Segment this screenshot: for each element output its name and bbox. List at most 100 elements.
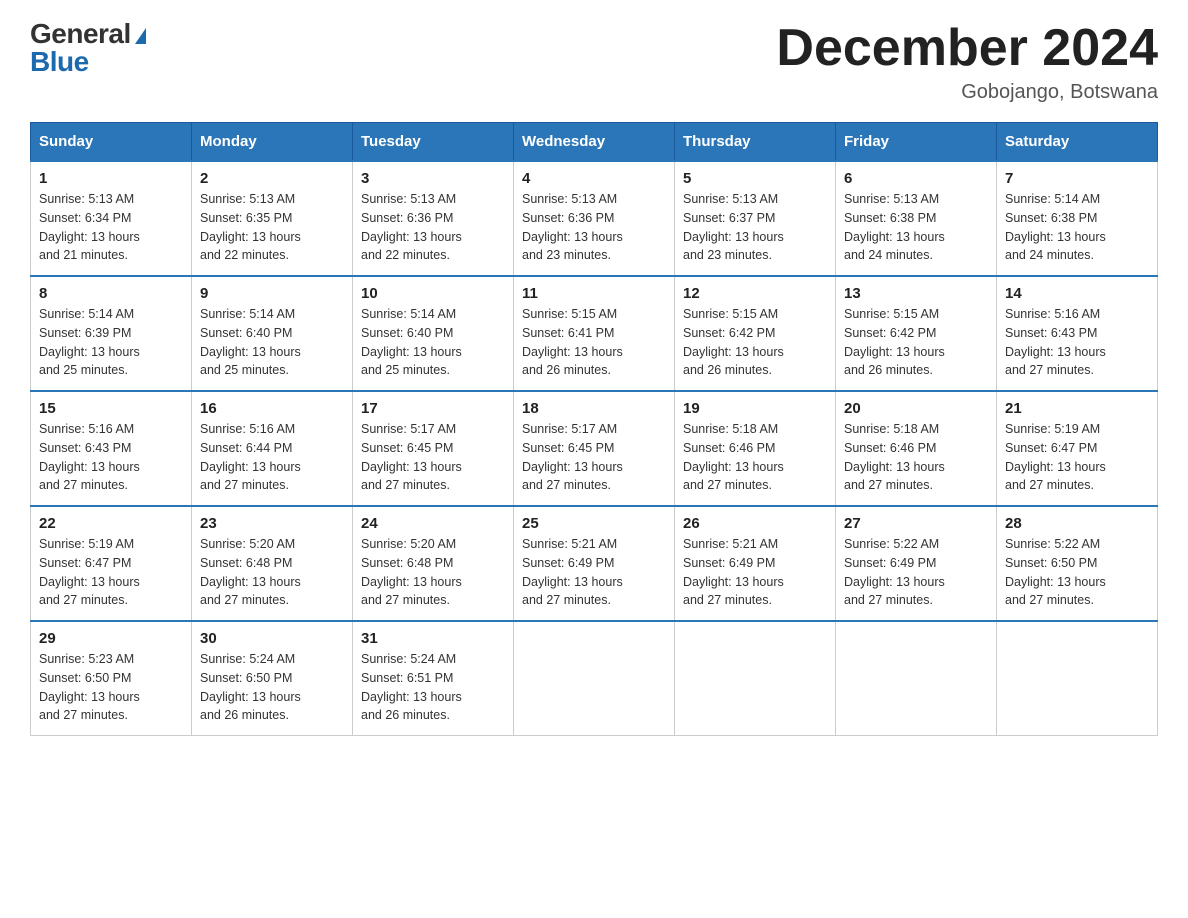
logo: General Blue: [30, 20, 146, 76]
calendar-cell: 24Sunrise: 5:20 AMSunset: 6:48 PMDayligh…: [353, 506, 514, 621]
calendar-cell: 26 Sunrise: 5:21 AMSunset: 6:49 PMDayligh…: [675, 506, 836, 621]
day-number: 7: [1005, 170, 1149, 187]
calendar-cell: 17 Sunrise: 5:17 AMSunset: 6:45 PMDayligh…: [353, 391, 514, 506]
calendar-cell: 6 Sunrise: 5:13 AMSunset: 6:38 PMDaylight…: [836, 161, 997, 276]
day-info: Sunrise: 5:18 AMSunset: 6:46 PMDaylight:…: [683, 420, 827, 495]
day-number: 13: [844, 285, 988, 302]
logo-blue-text: Blue: [30, 48, 89, 76]
calendar-cell: [997, 621, 1158, 736]
calendar-cell: 15 Sunrise: 5:16 AMSunset: 6:43 PMDayligh…: [31, 391, 192, 506]
day-number: 6: [844, 170, 988, 187]
day-info: Sunrise: 5:22 AMSunset: 6:49 PMDaylight:…: [844, 535, 988, 610]
calendar-cell: 14 Sunrise: 5:16 AMSunset: 6:43 PMDayligh…: [997, 276, 1158, 391]
day-number: 29: [39, 630, 183, 647]
calendar-week-row: 22 Sunrise: 5:19 AMSunset: 6:47 PMDayligh…: [31, 506, 1158, 621]
calendar-cell: 3 Sunrise: 5:13 AMSunset: 6:36 PMDaylight…: [353, 161, 514, 276]
day-number: 28: [1005, 515, 1149, 532]
calendar-cell: [675, 621, 836, 736]
day-number: 18: [522, 400, 666, 417]
day-number: 3: [361, 170, 505, 187]
day-number: 12: [683, 285, 827, 302]
calendar-week-row: 1 Sunrise: 5:13 AMSunset: 6:34 PMDaylight…: [31, 161, 1158, 276]
day-number: 19: [683, 400, 827, 417]
calendar-cell: 7 Sunrise: 5:14 AMSunset: 6:38 PMDaylight…: [997, 161, 1158, 276]
day-number: 8: [39, 285, 183, 302]
day-number: 14: [1005, 285, 1149, 302]
day-number: 23: [200, 515, 344, 532]
day-number: 16: [200, 400, 344, 417]
calendar-cell: 20 Sunrise: 5:18 AMSunset: 6:46 PMDayligh…: [836, 391, 997, 506]
day-info: Sunrise: 5:21 AMSunset: 6:49 PMDaylight:…: [522, 535, 666, 610]
day-number: 15: [39, 400, 183, 417]
day-info: Sunrise: 5:13 AMSunset: 6:35 PMDaylight:…: [200, 190, 344, 265]
day-info: Sunrise: 5:14 AMSunset: 6:38 PMDaylight:…: [1005, 190, 1149, 265]
page-header: General Blue December 2024 Gobojango, Bo…: [30, 20, 1158, 104]
day-number: 5: [683, 170, 827, 187]
day-number: 9: [200, 285, 344, 302]
day-info: Sunrise: 5:24 AMSunset: 6:51 PMDaylight:…: [361, 650, 505, 725]
calendar-cell: 21Sunrise: 5:19 AMSunset: 6:47 PMDayligh…: [997, 391, 1158, 506]
calendar-cell: 19 Sunrise: 5:18 AMSunset: 6:46 PMDayligh…: [675, 391, 836, 506]
header-wednesday: Wednesday: [514, 123, 675, 162]
calendar-cell: 28 Sunrise: 5:22 AMSunset: 6:50 PMDayligh…: [997, 506, 1158, 621]
calendar-cell: 11 Sunrise: 5:15 AMSunset: 6:41 PMDayligh…: [514, 276, 675, 391]
day-info: Sunrise: 5:20 AMSunset: 6:48 PMDaylight:…: [200, 535, 344, 610]
day-info: Sunrise: 5:14 AMSunset: 6:40 PMDaylight:…: [361, 305, 505, 380]
day-info: Sunrise: 5:15 AMSunset: 6:42 PMDaylight:…: [683, 305, 827, 380]
day-info: Sunrise: 5:16 AMSunset: 6:44 PMDaylight:…: [200, 420, 344, 495]
header-sunday: Sunday: [31, 123, 192, 162]
day-info: Sunrise: 5:13 AMSunset: 6:36 PMDaylight:…: [361, 190, 505, 265]
calendar-cell: 13 Sunrise: 5:15 AMSunset: 6:42 PMDayligh…: [836, 276, 997, 391]
calendar-cell: 1 Sunrise: 5:13 AMSunset: 6:34 PMDaylight…: [31, 161, 192, 276]
header-saturday: Saturday: [997, 123, 1158, 162]
day-number: 25: [522, 515, 666, 532]
day-info: Sunrise: 5:13 AMSunset: 6:37 PMDaylight:…: [683, 190, 827, 265]
calendar-cell: 2Sunrise: 5:13 AMSunset: 6:35 PMDaylight…: [192, 161, 353, 276]
calendar-cell: 22 Sunrise: 5:19 AMSunset: 6:47 PMDayligh…: [31, 506, 192, 621]
day-info: Sunrise: 5:18 AMSunset: 6:46 PMDaylight:…: [844, 420, 988, 495]
calendar-cell: 18 Sunrise: 5:17 AMSunset: 6:45 PMDayligh…: [514, 391, 675, 506]
day-number: 27: [844, 515, 988, 532]
day-info: Sunrise: 5:15 AMSunset: 6:41 PMDaylight:…: [522, 305, 666, 380]
calendar-cell: 27 Sunrise: 5:22 AMSunset: 6:49 PMDayligh…: [836, 506, 997, 621]
day-number: 26: [683, 515, 827, 532]
day-info: Sunrise: 5:13 AMSunset: 6:38 PMDaylight:…: [844, 190, 988, 265]
calendar-cell: 25 Sunrise: 5:21 AMSunset: 6:49 PMDayligh…: [514, 506, 675, 621]
calendar-table: SundayMondayTuesdayWednesdayThursdayFrid…: [30, 122, 1158, 736]
logo-general-text: General: [30, 20, 131, 48]
day-number: 11: [522, 285, 666, 302]
day-info: Sunrise: 5:23 AMSunset: 6:50 PMDaylight:…: [39, 650, 183, 725]
calendar-cell: 30 Sunrise: 5:24 AMSunset: 6:50 PMDayligh…: [192, 621, 353, 736]
calendar-cell: 8 Sunrise: 5:14 AMSunset: 6:39 PMDaylight…: [31, 276, 192, 391]
day-info: Sunrise: 5:17 AMSunset: 6:45 PMDaylight:…: [361, 420, 505, 495]
day-info: Sunrise: 5:19 AMSunset: 6:47 PMDaylight:…: [39, 535, 183, 610]
calendar-cell: 9Sunrise: 5:14 AMSunset: 6:40 PMDaylight…: [192, 276, 353, 391]
calendar-week-row: 8 Sunrise: 5:14 AMSunset: 6:39 PMDaylight…: [31, 276, 1158, 391]
day-info: Sunrise: 5:14 AMSunset: 6:39 PMDaylight:…: [39, 305, 183, 380]
day-number: 17: [361, 400, 505, 417]
day-number: 22: [39, 515, 183, 532]
day-info: Sunrise: 5:16 AMSunset: 6:43 PMDaylight:…: [1005, 305, 1149, 380]
day-info: Sunrise: 5:13 AMSunset: 6:34 PMDaylight:…: [39, 190, 183, 265]
calendar-header-row: SundayMondayTuesdayWednesdayThursdayFrid…: [31, 123, 1158, 162]
header-friday: Friday: [836, 123, 997, 162]
calendar-cell: 29 Sunrise: 5:23 AMSunset: 6:50 PMDayligh…: [31, 621, 192, 736]
day-number: 24: [361, 515, 505, 532]
day-info: Sunrise: 5:17 AMSunset: 6:45 PMDaylight:…: [522, 420, 666, 495]
day-info: Sunrise: 5:21 AMSunset: 6:49 PMDaylight:…: [683, 535, 827, 610]
day-number: 31: [361, 630, 505, 647]
day-info: Sunrise: 5:16 AMSunset: 6:43 PMDaylight:…: [39, 420, 183, 495]
title-area: December 2024 Gobojango, Botswana: [776, 20, 1158, 104]
day-info: Sunrise: 5:15 AMSunset: 6:42 PMDaylight:…: [844, 305, 988, 380]
page-title: December 2024: [776, 20, 1158, 77]
day-info: Sunrise: 5:24 AMSunset: 6:50 PMDaylight:…: [200, 650, 344, 725]
day-number: 30: [200, 630, 344, 647]
calendar-cell: 31 Sunrise: 5:24 AMSunset: 6:51 PMDayligh…: [353, 621, 514, 736]
day-number: 10: [361, 285, 505, 302]
location-subtitle: Gobojango, Botswana: [776, 81, 1158, 104]
day-number: 20: [844, 400, 988, 417]
day-info: Sunrise: 5:22 AMSunset: 6:50 PMDaylight:…: [1005, 535, 1149, 610]
calendar-cell: [836, 621, 997, 736]
day-number: 21: [1005, 400, 1149, 417]
day-number: 1: [39, 170, 183, 187]
